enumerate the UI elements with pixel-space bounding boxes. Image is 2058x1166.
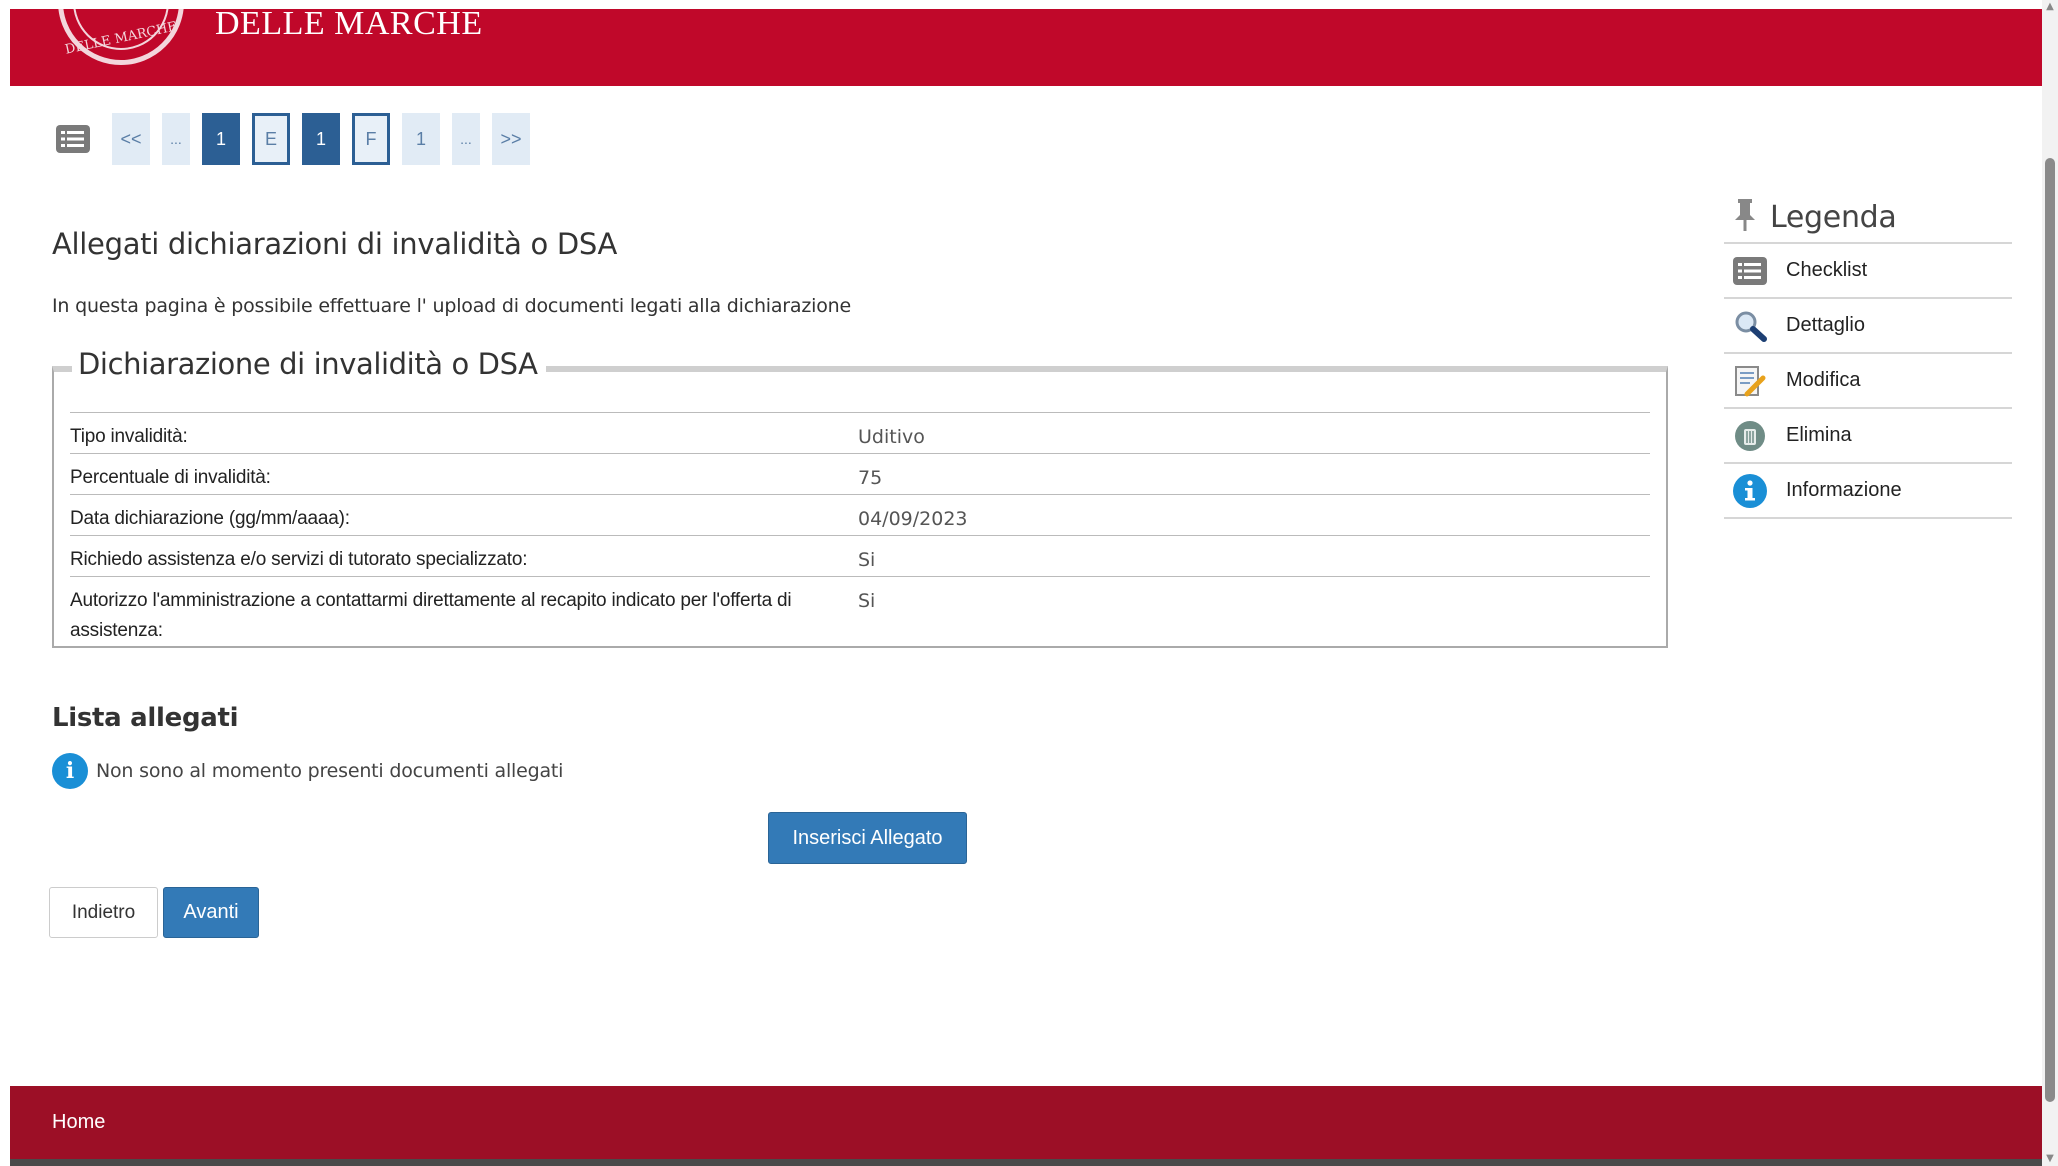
legend-item-checklist: Checklist [1724, 244, 2012, 299]
no-attachments-message: i Non sono al momento presenti documenti… [52, 753, 563, 789]
pager-ellipsis-right[interactable]: ... [452, 113, 480, 165]
site-footer: Home [10, 1086, 2042, 1159]
detail-row: Percentuale di invalidità: 75 [70, 454, 1650, 495]
detail-label: Richiedo assistenza e/o servizi di tutor… [70, 549, 528, 570]
site-header: DELLE MARCHE DELLE MARCHE [10, 9, 2042, 86]
back-button[interactable]: Indietro [49, 887, 158, 938]
detail-label: Tipo invalidità: [70, 426, 188, 447]
legend-item-delete: Elimina [1724, 409, 2012, 464]
legend-label: Modifica [1786, 369, 1861, 391]
legend-title: Legenda [1770, 199, 1897, 235]
footer-home-link[interactable]: Home [52, 1111, 105, 1134]
pager-first[interactable]: << [112, 113, 150, 165]
next-button[interactable]: Avanti [163, 887, 259, 938]
magnifier-icon [1732, 308, 1768, 344]
detail-value: Si [858, 590, 876, 612]
declaration-details: Tipo invalidità: Uditivo Percentuale di … [70, 412, 1650, 646]
attachments-title: Lista allegati [52, 703, 239, 733]
info-icon: i [52, 753, 88, 789]
step-pagination: << ... 1 E 1 F 1 ... >> [54, 113, 542, 165]
legend-item-info: Informazione [1724, 464, 2012, 519]
pager-step-1a[interactable]: 1 [202, 113, 240, 165]
pager-last[interactable]: >> [492, 113, 530, 165]
legend-label: Dettaglio [1786, 314, 1865, 336]
pager-step-e[interactable]: E [252, 113, 290, 165]
legend-label: Informazione [1786, 479, 1902, 501]
no-attachments-text: Non sono al momento presenti documenti a… [96, 760, 564, 782]
legend-label: Elimina [1786, 424, 1852, 446]
page-title: Allegati dichiarazioni di invalidità o D… [52, 227, 618, 261]
scroll-up-arrow-icon[interactable]: ▲ [2042, 0, 2058, 14]
edit-icon [1732, 363, 1768, 399]
info-icon [1732, 473, 1768, 509]
insert-attachment-button[interactable]: Inserisci Allegato [768, 812, 967, 864]
pager-ellipsis-left[interactable]: ... [162, 113, 190, 165]
pin-icon [1732, 198, 1758, 236]
university-name[interactable]: DELLE MARCHE [215, 9, 483, 43]
pager-step-current[interactable]: 1 [302, 113, 340, 165]
checklist-icon[interactable] [54, 123, 92, 155]
detail-value: Si [858, 549, 876, 571]
fieldset-title: Dichiarazione di invalidità o DSA [72, 347, 546, 381]
scroll-down-arrow-icon[interactable]: ▼ [2042, 1152, 2058, 1166]
legend-label: Checklist [1786, 259, 1868, 281]
vertical-scrollbar[interactable]: ▲ ▼ [2042, 0, 2058, 1166]
legend-item-edit: Modifica [1724, 354, 2012, 409]
checklist-icon [1732, 253, 1768, 289]
university-seal-logo[interactable]: DELLE MARCHE [58, 9, 184, 65]
detail-label: Data dichiarazione (gg/mm/aaaa): [70, 508, 350, 529]
legend-panel: Legenda Checklist Dettaglio Modifica Eli… [1724, 192, 2012, 519]
pager-step-1b[interactable]: 1 [402, 113, 440, 165]
legend-header: Legenda [1724, 192, 2012, 244]
detail-row: Data dichiarazione (gg/mm/aaaa): 04/09/2… [70, 495, 1650, 536]
page: DELLE MARCHE DELLE MARCHE << ... 1 E 1 F… [10, 9, 2042, 1166]
pager-step-f[interactable]: F [352, 113, 390, 165]
scrollbar-thumb[interactable] [2045, 158, 2055, 1102]
trash-icon [1732, 418, 1768, 454]
detail-value: Uditivo [858, 426, 925, 448]
detail-row: Tipo invalidità: Uditivo [70, 413, 1650, 454]
detail-value: 75 [858, 467, 883, 489]
detail-label: Autorizzo l'amministrazione a contattarm… [70, 590, 792, 641]
detail-label: Percentuale di invalidità: [70, 467, 271, 488]
legend-item-detail: Dettaglio [1724, 299, 2012, 354]
detail-value: 04/09/2023 [858, 508, 968, 530]
detail-row: Richiedo assistenza e/o servizi di tutor… [70, 536, 1650, 577]
detail-row: Autorizzo l'amministrazione a contattarm… [70, 577, 1650, 646]
page-intro: In questa pagina è possibile effettuare … [52, 295, 851, 317]
declaration-fieldset: Dichiarazione di invalidità o DSA Tipo i… [52, 347, 1668, 648]
footer-bottom-bar [10, 1159, 2042, 1166]
